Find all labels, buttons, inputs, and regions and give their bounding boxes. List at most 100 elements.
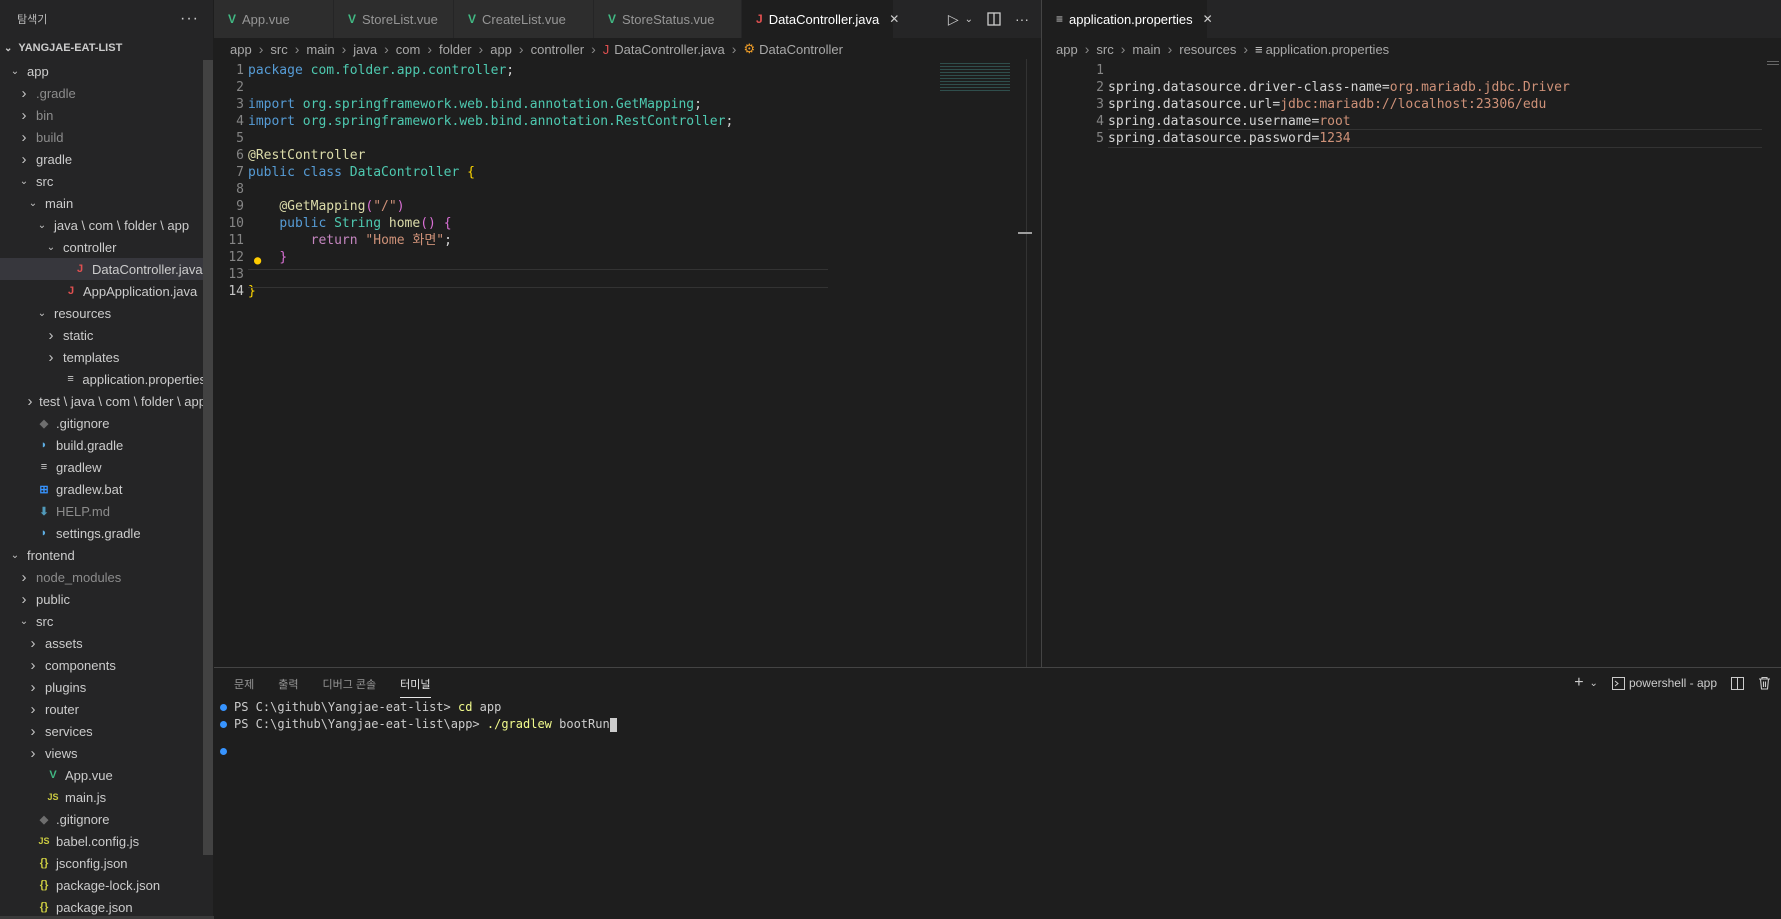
- tree-item[interactable]: › build: [0, 126, 206, 148]
- breadcrumb-label: app: [230, 41, 252, 57]
- breadcrumb-item[interactable]: folder: [439, 42, 472, 57]
- breadcrumb-label: resources: [1179, 41, 1237, 57]
- tree-item[interactable]: › services: [0, 720, 206, 742]
- code-editor-left[interactable]: 1 package com.folder.app.controller; 2 3 imp…: [214, 59, 1041, 667]
- breadcrumb-item[interactable]: main: [306, 42, 334, 57]
- breadcrumb-item[interactable]: com: [396, 42, 421, 57]
- tree-item[interactable]: J AppApplication.java: [0, 280, 206, 302]
- tab-createlist-vue[interactable]: V CreateList.vue: [454, 0, 594, 38]
- chevron-down-icon: ⌄: [28, 197, 38, 209]
- code-token: @RestController: [248, 148, 366, 163]
- code-token: public class: [248, 165, 350, 180]
- chevron-down-icon[interactable]: ⌄: [965, 14, 973, 25]
- breadcrumb-item[interactable]: ≡ application.properties: [1255, 42, 1389, 57]
- breadcrumb-item[interactable]: src: [270, 42, 287, 57]
- terminal-prompt: PS C:\github\Yangjae-eat-list>: [234, 700, 458, 714]
- tree-item[interactable]: ⌄ src: [0, 170, 206, 192]
- tree-item[interactable]: {} package-lock.json: [0, 874, 206, 896]
- tree-item[interactable]: › public: [0, 588, 206, 610]
- panel-tab[interactable]: 출력: [278, 676, 298, 698]
- tree-item[interactable]: ≡ gradlew: [0, 456, 206, 478]
- breadcrumb-item[interactable]: app: [230, 42, 252, 57]
- tree-item[interactable]: ◗ settings.gradle: [0, 522, 206, 544]
- lightbulb-icon[interactable]: ●: [254, 253, 261, 267]
- panel-actions: + ⌄ powershell - app: [1574, 674, 1771, 692]
- tab-app-vue[interactable]: V App.vue: [214, 0, 334, 38]
- tree-item[interactable]: ⬇ HELP.md: [0, 500, 206, 522]
- tree-item[interactable]: ⌄ controller: [0, 236, 206, 258]
- tree-item[interactable]: {} jsconfig.json: [0, 852, 206, 874]
- ellipsis-icon[interactable]: ···: [1015, 11, 1029, 27]
- tree-item[interactable]: ⌄ resources: [0, 302, 206, 324]
- minimap[interactable]: [940, 61, 1010, 91]
- tree-item[interactable]: ◆ .gitignore: [0, 412, 206, 434]
- vue-icon: V: [608, 12, 617, 26]
- breadcrumb-item[interactable]: java: [353, 42, 377, 57]
- terminal-selector[interactable]: powershell - app: [1611, 676, 1717, 690]
- panel-tab[interactable]: 터미널: [400, 676, 431, 698]
- code-token: package: [248, 63, 311, 78]
- breadcrumb-item[interactable]: main: [1132, 42, 1160, 57]
- terminal-line: PS C:\github\Yangjae-eat-list\app> ./gra…: [220, 716, 617, 733]
- code-editor-right[interactable]: 1 2 spring.datasource.driver-class-name=or…: [1042, 59, 1781, 667]
- tree-item[interactable]: › templates: [0, 346, 206, 368]
- chevron-down-icon[interactable]: ⌄: [1590, 678, 1598, 689]
- tree-item[interactable]: › views: [0, 742, 206, 764]
- panel-tab[interactable]: 문제: [234, 676, 254, 698]
- plus-icon[interactable]: +: [1574, 674, 1583, 692]
- breadcrumb-item[interactable]: app: [1056, 42, 1078, 57]
- tree-item[interactable]: ⌄ main: [0, 192, 206, 214]
- tab-storelist-vue[interactable]: V StoreList.vue: [334, 0, 454, 38]
- tree-item[interactable]: JS babel.config.js: [0, 830, 206, 852]
- tree-item[interactable]: V App.vue: [0, 764, 206, 786]
- close-icon[interactable]: ✕: [1203, 12, 1213, 26]
- breadcrumb-item[interactable]: ⚙ DataController: [743, 41, 842, 57]
- tree-item[interactable]: ⌄ frontend: [0, 544, 206, 566]
- tree-item[interactable]: › bin: [0, 104, 206, 126]
- tree-item[interactable]: ⌄ app: [0, 60, 206, 82]
- tree-item[interactable]: › test \ java \ com \ folder \ app: [0, 390, 206, 412]
- js-icon: JS: [38, 836, 50, 846]
- code-token: ;: [694, 97, 702, 112]
- tree-item[interactable]: ≡ application.properties: [0, 368, 206, 390]
- breadcrumb-item[interactable]: src: [1096, 42, 1113, 57]
- chevron-right-icon: ›: [30, 678, 36, 696]
- tree-item[interactable]: › static: [0, 324, 206, 346]
- tab-datacontroller-java[interactable]: J DataController.java ✕: [742, 0, 899, 38]
- tree-item[interactable]: › router: [0, 698, 206, 720]
- breadcrumb-item[interactable]: J DataController.java: [603, 42, 725, 57]
- tree-item[interactable]: {} package.json: [0, 896, 206, 918]
- tab-application-properties[interactable]: ≡ application.properties ✕: [1042, 0, 1213, 38]
- breadcrumb-item[interactable]: resources: [1179, 42, 1236, 57]
- tree-item[interactable]: J DataController.java: [0, 258, 206, 280]
- tree-item[interactable]: › assets: [0, 632, 206, 654]
- tab-storestatus-vue[interactable]: V StoreStatus.vue: [594, 0, 742, 38]
- tree-item[interactable]: ⊞ gradlew.bat: [0, 478, 206, 500]
- breadcrumb-label: com: [395, 41, 421, 57]
- java-icon: J: [602, 41, 610, 57]
- tree-item[interactable]: ⌄ src: [0, 610, 206, 632]
- trash-icon[interactable]: [1758, 676, 1771, 690]
- editor-scrollbar[interactable]: [1026, 59, 1027, 667]
- split-editor-icon[interactable]: [987, 12, 1001, 26]
- tree-item[interactable]: › node_modules: [0, 566, 206, 588]
- split-terminal-icon[interactable]: [1731, 676, 1744, 690]
- workspace-section[interactable]: ⌄ YANGJAE-EAT-LIST: [0, 38, 213, 58]
- tree-item[interactable]: › plugins: [0, 676, 206, 698]
- breadcrumb-item[interactable]: app: [490, 42, 512, 57]
- explorer-sidebar: 탐색기 ··· ⌄ YANGJAE-EAT-LIST ⌄ app › .gradle ›…: [0, 0, 214, 919]
- tree-item[interactable]: JS main.js: [0, 786, 206, 808]
- tree-item[interactable]: › components: [0, 654, 206, 676]
- close-icon[interactable]: ✕: [889, 12, 899, 26]
- tree-item[interactable]: ⌄ java \ com \ folder \ app: [0, 214, 206, 236]
- run-icon[interactable]: ▷: [948, 11, 959, 28]
- minimap[interactable]: [1767, 59, 1779, 67]
- tree-item[interactable]: ◆ .gitignore: [0, 808, 206, 830]
- breadcrumb-item[interactable]: controller: [531, 42, 584, 57]
- panel-tab[interactable]: 디버그 콘솔: [323, 676, 377, 698]
- ellipsis-icon[interactable]: ···: [180, 10, 199, 28]
- tree-item[interactable]: ◗ build.gradle: [0, 434, 206, 456]
- tree-item[interactable]: › .gradle: [0, 82, 206, 104]
- chevron-right-icon: ›: [341, 41, 347, 57]
- tree-item[interactable]: › gradle: [0, 148, 206, 170]
